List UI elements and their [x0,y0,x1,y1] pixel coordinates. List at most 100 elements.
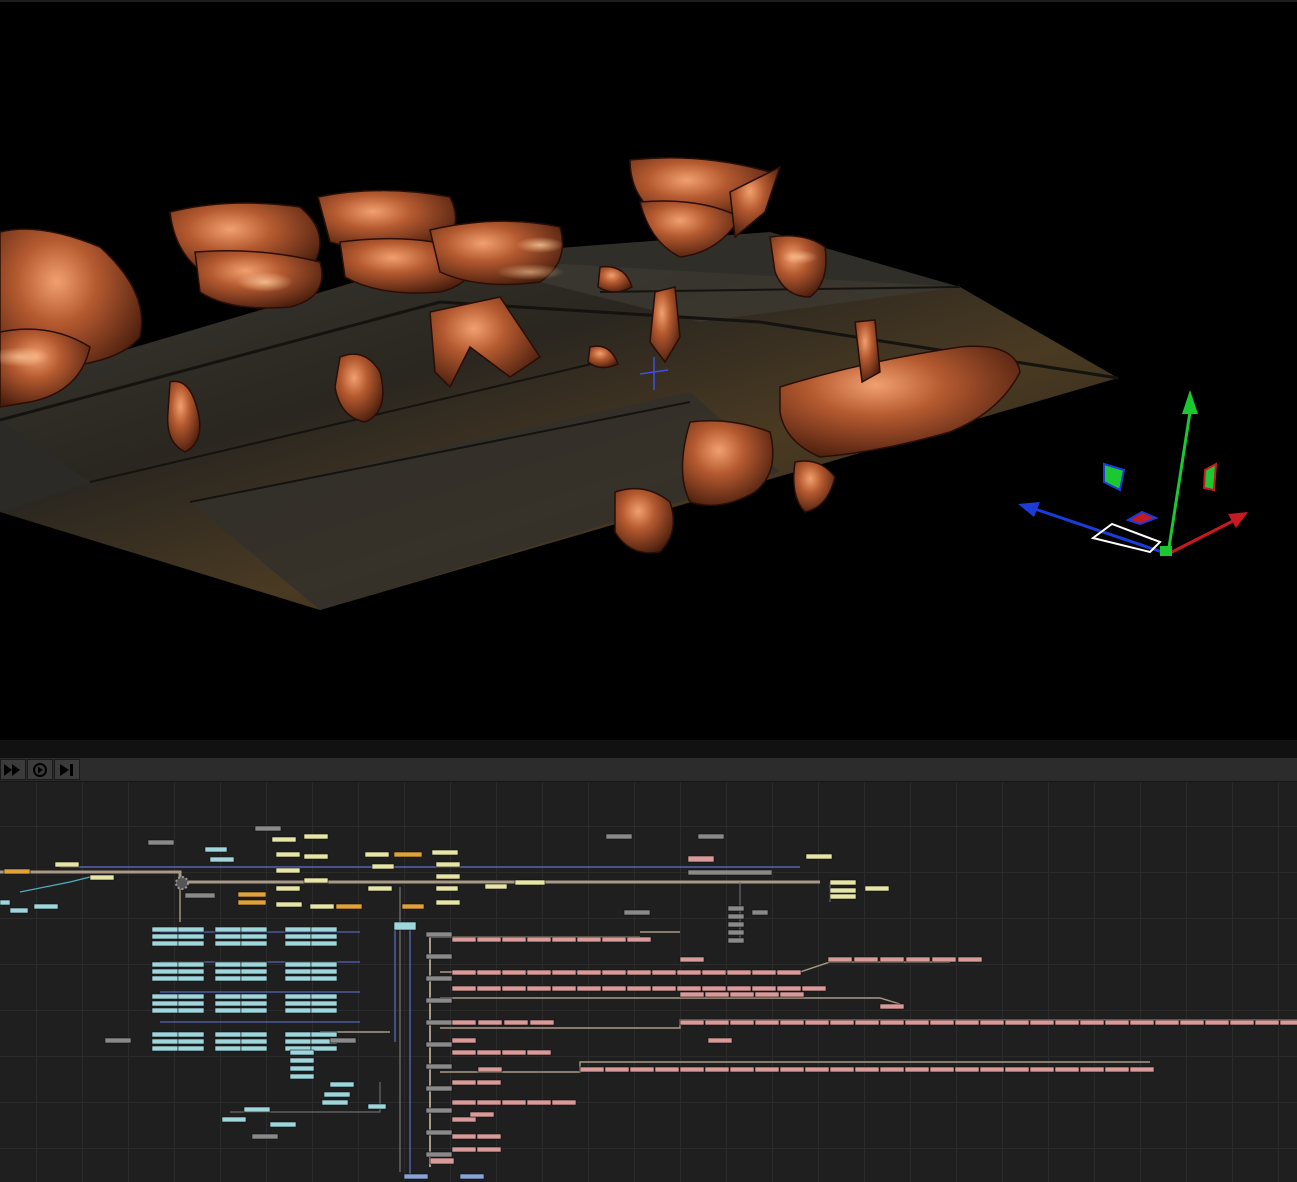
graph-node[interactable] [477,1019,503,1026]
graph-node[interactable] [177,940,205,947]
graph-node[interactable] [425,953,453,960]
graph-node[interactable] [240,968,268,975]
graph-node[interactable] [151,968,179,975]
graph-nodes[interactable] [0,825,1297,1180]
graph-node[interactable] [931,956,957,963]
graph-node[interactable] [805,853,833,860]
graph-node[interactable] [214,1007,242,1014]
graph-node[interactable] [751,985,777,992]
graph-node[interactable] [221,1116,247,1123]
graph-node[interactable] [551,936,577,943]
graph-node[interactable] [240,975,268,982]
graph-node[interactable] [704,1019,730,1026]
graph-node[interactable] [729,1066,755,1073]
graph-node[interactable] [425,1151,453,1158]
graph-node[interactable] [804,1019,830,1026]
graph-node[interactable] [425,1019,453,1026]
graph-node[interactable] [576,969,602,976]
graph-node[interactable] [576,985,602,992]
graph-node[interactable] [289,1065,315,1072]
graph-node[interactable] [0,899,11,906]
graph-node[interactable] [526,1049,552,1056]
graph-node[interactable] [476,1049,502,1056]
graph-node[interactable] [33,903,59,910]
graph-node[interactable] [240,940,268,947]
graph-node[interactable] [425,997,453,1004]
graph-node[interactable] [1129,1066,1155,1073]
graph-node[interactable] [284,1031,312,1038]
graph-node[interactable] [451,1049,477,1056]
graph-node[interactable] [526,936,552,943]
graph-node[interactable] [501,936,527,943]
graph-node[interactable] [476,1079,502,1086]
graph-node[interactable] [676,969,702,976]
graph-node[interactable] [503,1019,529,1026]
graph-node[interactable] [240,1031,268,1038]
graph-node[interactable] [904,1019,930,1026]
graph-node[interactable] [151,940,179,947]
graph-node[interactable] [364,851,390,858]
graph-node[interactable] [275,885,301,892]
graph-node[interactable] [476,969,502,976]
graph-node[interactable] [177,1038,205,1045]
graph-node[interactable] [979,1019,1005,1026]
graph-node[interactable] [879,1019,905,1026]
graph-node[interactable] [9,907,29,914]
3d-viewport[interactable] [0,0,1297,740]
graph-node[interactable] [147,839,175,846]
graph-node[interactable] [209,856,235,863]
graph-node[interactable] [177,933,205,940]
graph-node[interactable] [289,1057,315,1064]
graph-node[interactable] [425,931,453,938]
graph-node[interactable] [701,969,727,976]
graph-node[interactable] [240,993,268,1000]
graph-node[interactable] [284,940,312,947]
gizmo-x-axis[interactable] [1167,518,1236,556]
graph-node[interactable] [177,926,205,933]
graph-node[interactable] [514,879,546,886]
graph-node[interactable] [309,903,335,910]
graph-node[interactable] [1229,1019,1255,1026]
graph-node[interactable] [335,903,363,910]
graph-node[interactable] [729,991,755,998]
graph-node[interactable] [284,993,312,1000]
gizmo-center[interactable] [1160,546,1172,556]
graph-node[interactable] [954,1066,980,1073]
graph-node[interactable] [425,1063,453,1070]
graph-node[interactable] [929,1066,955,1073]
graph-node[interactable] [626,985,652,992]
graph-node[interactable] [864,885,890,892]
graph-node[interactable] [526,1099,552,1106]
graph-node[interactable] [284,1038,312,1045]
graph-node[interactable] [284,1000,312,1007]
graph-node[interactable] [629,1066,655,1073]
graph-node[interactable] [1204,1019,1230,1026]
graph-node[interactable] [676,985,702,992]
graph-node[interactable] [289,1073,315,1080]
graph-node[interactable] [310,1000,338,1007]
graph-node[interactable] [776,969,802,976]
graph-node[interactable] [623,909,651,916]
graph-node[interactable] [284,933,312,940]
gizmo-y-axis[interactable] [1166,411,1192,555]
graph-node[interactable] [701,985,727,992]
graph-node[interactable] [151,1007,179,1014]
graph-node[interactable] [451,1019,477,1026]
graph-node[interactable] [501,1099,527,1106]
graph-node[interactable] [240,1038,268,1045]
graph-node[interactable] [726,969,752,976]
graph-node[interactable] [726,985,752,992]
graph-node[interactable] [979,1066,1005,1073]
graph-node[interactable] [367,1103,387,1110]
graph-node[interactable] [240,1007,268,1014]
graph-node[interactable] [697,833,725,840]
graph-node[interactable] [435,899,461,906]
graph-node[interactable] [687,869,773,876]
graph-node[interactable] [605,833,633,840]
graph-node[interactable] [177,968,205,975]
graph-node[interactable] [425,975,453,982]
graph-node[interactable] [451,1146,477,1153]
graph-node[interactable] [451,1116,477,1123]
graph-node[interactable] [477,1066,503,1073]
graph-node[interactable] [929,1019,955,1026]
